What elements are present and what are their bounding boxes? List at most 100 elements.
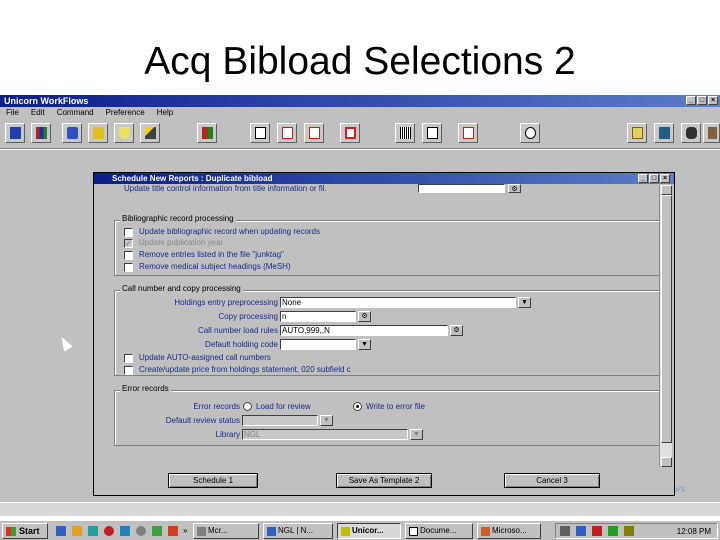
task-mcr[interactable]: Mcr...: [193, 523, 259, 539]
minimize-button[interactable]: _: [686, 96, 696, 105]
copy-processing-gadget-button[interactable]: ⚙: [358, 311, 371, 322]
mesh-checkbox[interactable]: [124, 263, 133, 272]
review-status-dropdown-button[interactable]: ▼: [320, 415, 333, 426]
holdings-dropdown-button[interactable]: ▼: [518, 297, 531, 308]
quicklaunch-desktop-icon[interactable]: [88, 526, 98, 536]
books-button[interactable]: [31, 123, 51, 143]
close-button[interactable]: ×: [708, 96, 718, 105]
shield-icon: [119, 127, 130, 139]
bib-update-checkbox[interactable]: [124, 228, 133, 237]
junktag-checkbox[interactable]: [124, 251, 133, 260]
start-label: Start: [19, 526, 40, 536]
scroll-up-button[interactable]: [661, 185, 672, 195]
dialog-close-button[interactable]: ×: [660, 174, 670, 183]
quicklaunch-outlook-icon[interactable]: [72, 526, 82, 536]
scroll-down-button[interactable]: [661, 457, 672, 467]
dialog-minimize-button[interactable]: _: [638, 174, 648, 183]
quicklaunch-gear-icon[interactable]: [136, 526, 146, 536]
schedule-button[interactable]: Schedule 1: [168, 473, 258, 488]
task-document-label: Docume...: [420, 526, 457, 535]
tray-network-icon[interactable]: [576, 526, 586, 536]
chart-button[interactable]: [304, 123, 324, 143]
menu-preference[interactable]: Preference: [106, 107, 145, 119]
bib-update-label: Update bibliographic record when updatin…: [139, 227, 320, 236]
copy-processing-field[interactable]: n: [280, 311, 356, 322]
horizontal-scrollbar[interactable]: [0, 502, 720, 516]
task-unicorn-label: Unicor...: [352, 526, 384, 535]
shield-button[interactable]: [114, 123, 134, 143]
scales-icon: [708, 127, 717, 139]
tray-icon: [93, 127, 104, 139]
compose-button[interactable]: [458, 123, 478, 143]
quicklaunch-app-icon[interactable]: [120, 526, 130, 536]
callload-gadget-button[interactable]: ⚙: [450, 325, 463, 336]
cut-off-gadget-button[interactable]: ⚙: [508, 184, 521, 193]
quicklaunch-media-icon[interactable]: [168, 526, 178, 536]
menu-edit[interactable]: Edit: [31, 107, 45, 119]
chevron-right-icon[interactable]: »: [183, 526, 187, 535]
app-title: Unicorn WorkFlows: [4, 96, 89, 106]
copy-button[interactable]: [250, 123, 270, 143]
auto-callnum-checkbox[interactable]: [124, 354, 133, 363]
tray-antivirus-icon[interactable]: [592, 526, 602, 536]
tray-volume-icon[interactable]: [624, 526, 634, 536]
price-checkbox[interactable]: [124, 366, 133, 375]
catalog-button[interactable]: [62, 123, 82, 143]
default-holding-field[interactable]: [280, 339, 356, 350]
price-label: Create/update price from holdings statem…: [139, 365, 351, 374]
copy-icon: [255, 127, 266, 139]
review-status-select[interactable]: [242, 415, 318, 426]
holdings-select[interactable]: None: [280, 297, 516, 308]
write-error-file-radio[interactable]: [353, 402, 362, 411]
exit-button[interactable]: [197, 123, 217, 143]
menu-command[interactable]: Command: [57, 107, 94, 119]
default-holding-dropdown-button[interactable]: ▼: [358, 339, 371, 350]
task-document[interactable]: Docume...: [405, 523, 473, 539]
cancel-button[interactable]: Cancel 3: [504, 473, 600, 488]
pubyear-checkbox[interactable]: ✓: [124, 239, 133, 248]
document-icon: [409, 527, 418, 536]
barcode-button[interactable]: [395, 123, 415, 143]
mesh-label: Remove medical subject headings (MeSH): [139, 262, 291, 271]
binoculars-button[interactable]: [681, 123, 701, 143]
callload-field[interactable]: AUTO,999,,N: [280, 325, 448, 336]
menu-help[interactable]: Help: [157, 107, 173, 119]
task-unicorn[interactable]: Unicor...: [337, 523, 401, 539]
quicklaunch-extra-icon[interactable]: [152, 526, 162, 536]
dialog-vertical-scrollbar[interactable]: [659, 185, 672, 467]
menu-file[interactable]: File: [6, 107, 19, 119]
save-as-template-button[interactable]: Save As Template 2: [336, 473, 432, 488]
dialog-maximize-button[interactable]: □: [649, 174, 659, 183]
edit-button[interactable]: [422, 123, 442, 143]
clock: 12:08 PM: [676, 527, 711, 536]
screen-button[interactable]: [654, 123, 674, 143]
scales-button[interactable]: [703, 123, 720, 143]
load-for-review-radio[interactable]: [243, 402, 252, 411]
delete-button[interactable]: [340, 123, 360, 143]
task-microsoft-1[interactable]: Microso...: [477, 523, 541, 539]
quicklaunch-ie-icon[interactable]: [56, 526, 66, 536]
maximize-button[interactable]: □: [697, 96, 707, 105]
tray-help-icon[interactable]: [560, 526, 570, 536]
search-button[interactable]: [520, 123, 540, 143]
tray-status-icon[interactable]: [608, 526, 618, 536]
wand-button[interactable]: [140, 123, 160, 143]
scroll-thumb[interactable]: [661, 195, 672, 443]
start-button[interactable]: Start: [2, 523, 48, 539]
user-button[interactable]: [5, 123, 25, 143]
building-button[interactable]: [627, 123, 647, 143]
library-dropdown-button[interactable]: ▼: [410, 429, 423, 440]
menu-bar: File Edit Command Preference Help: [0, 107, 720, 119]
dialog-body: Update title control information from ti…: [108, 184, 666, 466]
toolbar: [0, 119, 720, 149]
tray-button[interactable]: [88, 123, 108, 143]
search-icon: [525, 127, 536, 139]
error-records-label: Error records: [193, 402, 240, 411]
library-select[interactable]: NGL: [242, 429, 408, 440]
bib-group-caption: Bibliographic record processing: [120, 214, 236, 223]
default-holding-label: Default holding code: [205, 340, 278, 349]
cut-off-field[interactable]: [418, 184, 505, 193]
report-button[interactable]: [277, 123, 297, 143]
task-ngl[interactable]: NGL | N...: [263, 523, 333, 539]
quicklaunch-player-icon[interactable]: [104, 526, 114, 536]
